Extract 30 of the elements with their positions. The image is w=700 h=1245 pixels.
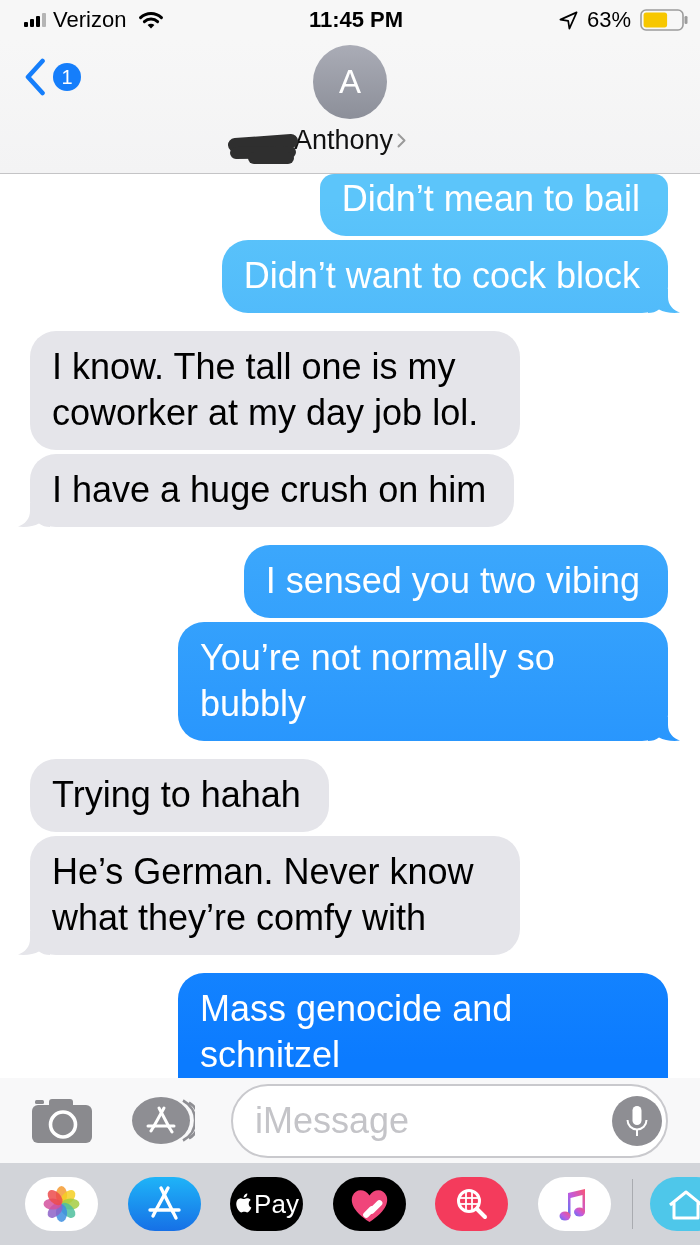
carrier-name: Verizon (53, 7, 127, 33)
unread-count-badge[interactable]: 1 (53, 63, 81, 91)
signal-bars-icon (24, 13, 46, 27)
music-note-icon[interactable] (537, 1177, 611, 1231)
apple-icon (234, 1191, 253, 1214)
received-message-bubble: Trying to hahah (30, 759, 329, 832)
a-logo-icon[interactable] (127, 1177, 201, 1231)
message-field[interactable]: iMessage (231, 1083, 668, 1158)
clock-time: 11:45 PM (308, 7, 404, 33)
sent-message-bubble: Didn’t mean to bail (319, 174, 668, 236)
flower-icon[interactable] (25, 1177, 98, 1231)
back-chevron-icon[interactable] (24, 58, 46, 96)
house-icon[interactable] (650, 1177, 700, 1231)
battery-icon (640, 9, 688, 31)
location-arrow-icon (558, 10, 578, 30)
globe-search-icon[interactable] (435, 1177, 508, 1231)
camera-icon[interactable] (32, 1098, 92, 1143)
chevron-right-icon[interactable] (397, 132, 407, 148)
sent-message-bubble: Mass genocide and schnitzel (178, 973, 668, 1078)
apps-icon[interactable] (132, 1097, 195, 1144)
microphone-icon[interactable] (612, 1095, 662, 1146)
wifi-icon (139, 11, 164, 29)
received-message-bubble: I have a huge crush on him (18, 454, 515, 527)
sent-message-bubble: You’re not normally so bubbly (178, 622, 680, 741)
received-message-bubble: He’s German. Never know what they’re comfy with (18, 836, 520, 955)
received-message-bubble: I know. The tall one is my coworker at my day job lol. (30, 331, 520, 450)
battery-percent: 63% (586, 7, 631, 33)
sent-message-bubble: I sensed you two vibing (243, 545, 668, 618)
sent-message-bubble: Didn’t want to cock block (221, 240, 680, 313)
pay-button[interactable]: Pay (230, 1177, 303, 1231)
